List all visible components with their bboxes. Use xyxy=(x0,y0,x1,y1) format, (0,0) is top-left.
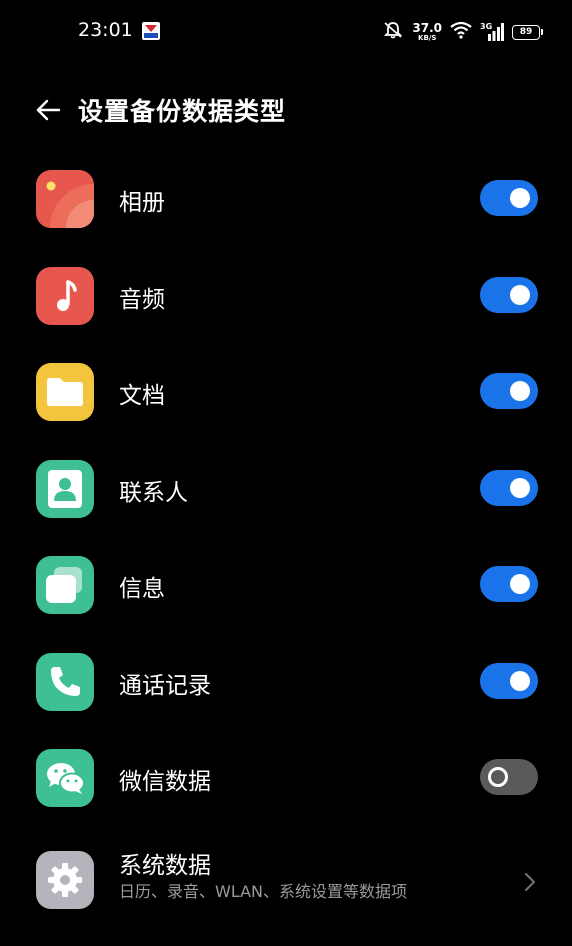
app-header: 设置备份数据类型 xyxy=(0,80,572,138)
wechat-toggle[interactable] xyxy=(480,759,538,795)
back-button[interactable] xyxy=(28,90,68,130)
photos-icon xyxy=(36,170,94,228)
photos-toggle[interactable] xyxy=(480,180,538,216)
toggle-knob xyxy=(510,381,530,401)
phone-icon xyxy=(36,653,94,711)
system-data-description: 日历、录音、WLAN、系统设置等数据项 xyxy=(119,882,408,901)
system-data-title: 系统数据 xyxy=(119,853,211,879)
status-time: 23:01 xyxy=(78,19,133,41)
mute-icon xyxy=(382,21,404,43)
messages-icon xyxy=(36,556,94,614)
list-item-photos[interactable]: 相册 xyxy=(0,151,572,247)
network-speed-unit: KB/S xyxy=(418,34,437,42)
notification-app-icon xyxy=(142,22,160,40)
page-title: 设置备份数据类型 xyxy=(78,97,287,126)
documents-toggle[interactable] xyxy=(480,373,538,409)
item-label: 文档 xyxy=(119,383,165,409)
list-item-documents[interactable]: 文档 xyxy=(0,344,572,440)
music-icon xyxy=(36,267,94,325)
chevron-right-icon xyxy=(524,872,536,892)
call-log-toggle[interactable] xyxy=(480,663,538,699)
wifi-icon xyxy=(450,21,472,43)
list-item-system-data[interactable]: 系统数据 日历、录音、WLAN、系统设置等数据项 xyxy=(0,832,572,932)
network-speed: 37.0 KB/S xyxy=(412,22,442,42)
contacts-toggle[interactable] xyxy=(480,470,538,506)
folder-icon xyxy=(36,363,94,421)
list-item-call-log[interactable]: 通话记录 xyxy=(0,634,572,730)
toggle-knob xyxy=(510,285,530,305)
back-arrow-icon xyxy=(36,99,61,121)
item-label: 微信数据 xyxy=(119,769,211,795)
wechat-icon xyxy=(36,749,94,807)
status-bar: 23:01 37.0 KB/S 3G 89 xyxy=(0,0,572,64)
item-label: 音频 xyxy=(119,287,165,313)
item-label: 联系人 xyxy=(119,480,188,506)
battery-indicator: 89 xyxy=(512,24,543,40)
status-indicators: 37.0 KB/S 3G 89 xyxy=(382,18,543,46)
contacts-icon xyxy=(36,460,94,518)
list-item-wechat[interactable]: 微信数据 xyxy=(0,730,572,826)
item-label: 相册 xyxy=(119,190,165,216)
audio-toggle[interactable] xyxy=(480,277,538,313)
item-label: 通话记录 xyxy=(119,673,211,699)
messages-toggle[interactable] xyxy=(480,566,538,602)
toggle-knob xyxy=(510,574,530,594)
toggle-knob xyxy=(510,671,530,691)
list-item-contacts[interactable]: 联系人 xyxy=(0,441,572,537)
toggle-knob xyxy=(488,767,508,787)
gear-icon xyxy=(36,851,94,909)
list-item-audio[interactable]: 音频 xyxy=(0,248,572,344)
toggle-knob xyxy=(510,188,530,208)
network-speed-value: 37.0 xyxy=(412,21,442,35)
toggle-knob xyxy=(510,478,530,498)
list-item-messages[interactable]: 信息 xyxy=(0,537,572,633)
cell-signal-icon: 3G xyxy=(480,22,504,42)
item-label: 信息 xyxy=(119,576,165,602)
